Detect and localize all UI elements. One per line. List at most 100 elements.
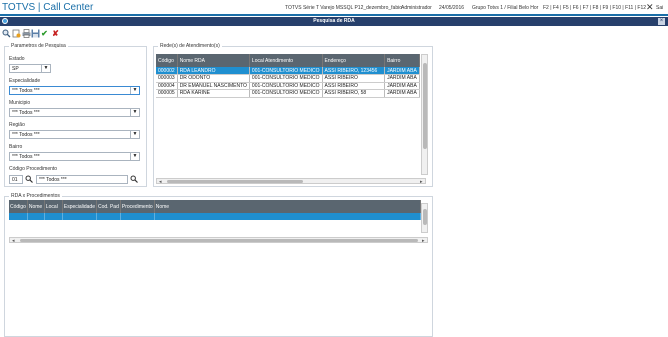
bairro-label: Bairro [9,144,23,150]
scroll-right-icon[interactable]: ▸ [420,179,423,185]
table-row[interactable] [9,213,422,220]
search-icon[interactable] [130,175,138,183]
company-branch[interactable]: Grupo Totvs 1 / Filial Belo Hor [472,5,538,11]
table-cell: RDA LEANDRO [177,67,250,75]
rdaproc-vertical-scrollbar[interactable] [421,203,428,233]
municipio-select[interactable]: *** Todos *** ▼ [9,108,140,117]
table-cell: DR EMANUEL NASCIMENTO [177,82,250,90]
column-header[interactable]: Cod. Pad [96,200,121,213]
table-cell: 001-CONSULTORIO MEDICO [249,74,323,83]
scroll-right-icon[interactable]: ▸ [422,238,425,244]
table-cell: ASSI RIBEIRO [322,74,386,83]
column-header[interactable]: Local Atendimento [249,54,323,67]
save-icon[interactable] [31,29,40,38]
table-cell: 000002 [156,67,178,75]
add-icon[interactable] [12,29,21,38]
chevron-down-icon[interactable]: ▼ [41,65,50,72]
table-cell [27,213,45,220]
rede-table[interactable]: Código Nome RDA Local Atendimento Endere… [156,54,420,98]
rdaproc-horizontal-scrollbar[interactable]: ◂ ▸ [9,237,428,244]
toolbar: ✔ ✘ [0,28,120,40]
municipio-value: *** Todos *** [12,110,40,116]
table-header-row: Código Nome RDA Local Atendimento Endere… [156,54,420,67]
table-cell: JARDIM ABA [384,82,420,90]
current-date: 24/05/2016 [439,5,465,11]
table-cell: JARDIM ABA [384,74,420,83]
codproc-input[interactable]: 01 [9,175,23,184]
rede-horizontal-scrollbar[interactable]: ◂ ▸ [156,178,426,185]
column-header[interactable]: Nome [27,200,45,213]
especialidade-select[interactable]: *** Todos *** ▼ [9,86,140,95]
column-header[interactable]: Especialidade [62,200,98,213]
table-cell [62,213,98,220]
scroll-thumb[interactable] [423,209,427,225]
search-icon[interactable] [2,29,11,38]
rda-procedimentos-label: RDA x Procedimentos [9,193,62,199]
table-cell [44,213,63,220]
rede-vertical-scrollbar[interactable] [421,54,428,175]
column-header[interactable]: Código [156,54,178,67]
estado-select[interactable]: SP ▼ [9,64,51,73]
table-cell: 001-CONSULTORIO MEDICO [249,89,323,98]
user-name: Administrador [401,5,432,11]
especialidade-value: *** Todos *** [12,88,40,94]
chevron-down-icon[interactable]: ▼ [130,153,139,160]
municipio-label: Municipio [9,100,31,106]
especialidade-label: Especialidade [9,78,41,84]
app-title: TOTVS | Call Center [2,2,94,13]
scroll-left-icon[interactable]: ◂ [12,238,15,244]
shortcut-keys[interactable]: F2 | F4 | F5 | F6 | F7 | F8 | F9 | F10 |… [543,5,646,11]
scroll-thumb[interactable] [20,239,418,242]
dialog-title: Pesquisa de RDA [313,18,355,24]
search-icon[interactable] [25,175,33,183]
dialog-close-button[interactable]: × [658,18,665,25]
table-cell [96,213,121,220]
estado-value: SP [12,66,19,72]
exit-label[interactable]: Sai [656,5,663,11]
table-row[interactable]: 000003 DR ODONTO 001-CONSULTORIO MEDICO … [156,74,420,83]
table-cell [154,213,422,220]
table-row[interactable]: 000005 RDA KARINE 001-CONSULTORIO MEDICO… [156,89,420,98]
table-cell: ASSI RIBEIRO [322,82,386,90]
chevron-down-icon[interactable]: ▼ [130,87,139,94]
print-icon[interactable] [22,29,31,38]
column-header[interactable]: Local [44,200,63,213]
close-icon[interactable]: ✕ [646,2,654,13]
chevron-down-icon[interactable]: ▼ [130,109,139,116]
dialog-titlebar: Pesquisa de RDA × [0,17,668,26]
table-cell: ASSI RIBEIRO, 58 [322,89,386,98]
procedimento-input[interactable]: *** Todos *** [36,175,128,184]
column-header[interactable]: Bairro [384,54,420,67]
estado-label: Estado [9,56,25,62]
regiao-select[interactable]: *** Todos *** ▼ [9,130,140,139]
scroll-left-icon[interactable]: ◂ [159,179,162,185]
column-header[interactable]: Código [9,200,28,213]
table-cell: 000004 [156,82,178,90]
procedimento-value: *** Todos *** [39,177,67,183]
bairro-select[interactable]: *** Todos *** ▼ [9,152,140,161]
column-header[interactable]: Nome RDA [177,54,250,67]
regiao-label: Região [9,122,25,128]
table-cell: DR ODONTO [177,74,250,83]
table-row[interactable]: 000002 RDA LEANDRO 001-CONSULTORIO MEDIC… [156,67,420,75]
rda-procedimentos-table[interactable]: Código Nome Local Especialidade Cod. Pad… [9,200,422,220]
scroll-thumb[interactable] [167,180,303,183]
table-cell: 001-CONSULTORIO MEDICO [249,67,323,75]
chevron-down-icon[interactable]: ▼ [130,131,139,138]
table-cell: 000005 [156,89,178,98]
table-row[interactable]: 000004 DR EMANUEL NASCIMENTO 001-CONSULT… [156,82,420,90]
regiao-value: *** Todos *** [12,132,40,138]
scroll-thumb[interactable] [423,63,427,149]
column-header[interactable]: Procedimento [120,200,155,213]
cancel-icon[interactable]: ✘ [51,29,60,38]
table-cell: 000003 [156,74,178,83]
confirm-icon[interactable]: ✔ [40,29,49,38]
column-header[interactable]: Endereço [322,54,386,67]
codproc-label: Código Procedimento [9,166,58,172]
product-name: TOTVS Série T Varejo MSSQL P12_dezembro_… [285,5,403,11]
table-cell: ASSI RIBEIRO, 123456 [322,67,386,75]
table-header-row: Código Nome Local Especialidade Cod. Pad… [9,200,422,213]
table-cell [9,213,28,220]
column-header[interactable]: Nome [154,200,422,213]
table-cell: JARDIM ABA [384,89,420,98]
